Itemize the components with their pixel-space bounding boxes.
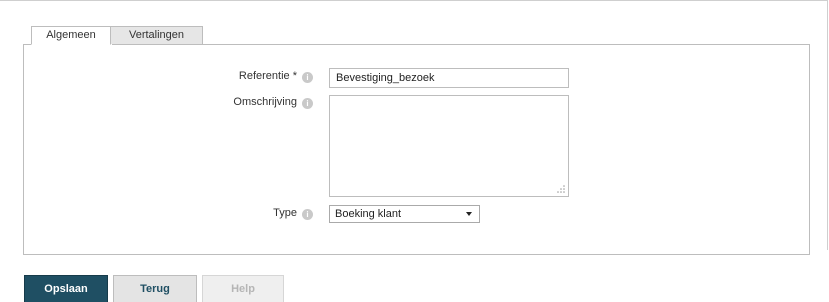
back-button[interactable]: Terug <box>113 275 197 302</box>
info-icon[interactable]: i <box>302 72 313 83</box>
resize-grip-icon[interactable] <box>556 184 566 194</box>
type-label: Type <box>273 207 297 219</box>
tab-bar: Algemeen Vertalingen <box>31 26 203 45</box>
referentie-label: Referentie * <box>238 70 297 82</box>
omschrijving-textarea[interactable] <box>329 95 569 197</box>
info-icon[interactable]: i <box>302 98 313 109</box>
type-select[interactable]: Boeking klant <box>329 205 480 223</box>
page: Algemeen Vertalingen Referentie * i Omsc… <box>0 0 829 302</box>
save-button[interactable]: Opslaan <box>24 275 108 302</box>
omschrijving-label: Omschrijving <box>233 96 297 108</box>
type-select-value: Boeking klant <box>335 208 402 220</box>
help-button[interactable]: Help <box>202 275 284 302</box>
referentie-input[interactable] <box>329 68 569 88</box>
tab-vertalingen[interactable]: Vertalingen <box>111 26 203 45</box>
chevron-down-icon <box>466 212 472 216</box>
info-icon[interactable]: i <box>302 209 313 220</box>
tab-algemeen[interactable]: Algemeen <box>31 26 111 45</box>
tab-content-panel: Referentie * i Omschrijving i Type i Boe… <box>23 44 810 255</box>
